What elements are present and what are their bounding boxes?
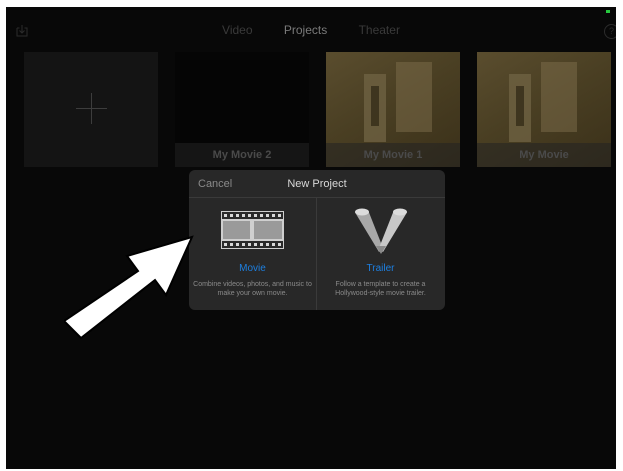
movie-option-description: Combine videos, photos, and music to mak… bbox=[193, 281, 312, 297]
tab-projects[interactable]: Projects bbox=[284, 23, 327, 37]
movie-option[interactable]: Movie Combine videos, photos, and music … bbox=[189, 198, 316, 310]
view-tabs: Video Projects Theater bbox=[6, 23, 616, 37]
top-bar: Video Projects Theater ? bbox=[6, 7, 616, 51]
app-screen: Video Projects Theater ? My Movie 2 My M… bbox=[6, 7, 616, 469]
dialog-header: Cancel New Project bbox=[189, 170, 445, 198]
trailer-option-label: Trailer bbox=[366, 263, 395, 274]
tab-theater[interactable]: Theater bbox=[359, 23, 400, 37]
annotation-arrow-icon bbox=[64, 235, 194, 340]
project-tile[interactable]: My Movie 1 bbox=[326, 52, 460, 167]
project-title: My Movie bbox=[477, 143, 611, 167]
project-title: My Movie 2 bbox=[175, 143, 309, 167]
tab-video[interactable]: Video bbox=[222, 23, 252, 37]
spotlight-icon bbox=[355, 208, 407, 254]
trailer-option[interactable]: Trailer Follow a template to create a Ho… bbox=[317, 198, 444, 310]
battery-indicator bbox=[606, 10, 610, 13]
new-project-dialog: Cancel New Project Movie Combine videos,… bbox=[189, 170, 445, 310]
plus-icon-vertical bbox=[91, 93, 92, 124]
help-icon[interactable]: ? bbox=[604, 24, 616, 39]
movie-option-label: Movie bbox=[239, 263, 266, 274]
new-project-tile[interactable] bbox=[24, 52, 158, 167]
project-tile[interactable]: My Movie 2 bbox=[175, 52, 309, 167]
trailer-option-description: Follow a template to create a Hollywood-… bbox=[335, 281, 426, 297]
dialog-title: New Project bbox=[287, 178, 347, 190]
project-tile[interactable]: My Movie bbox=[477, 52, 611, 167]
film-strip-icon bbox=[221, 211, 284, 249]
project-title: My Movie 1 bbox=[326, 143, 460, 167]
